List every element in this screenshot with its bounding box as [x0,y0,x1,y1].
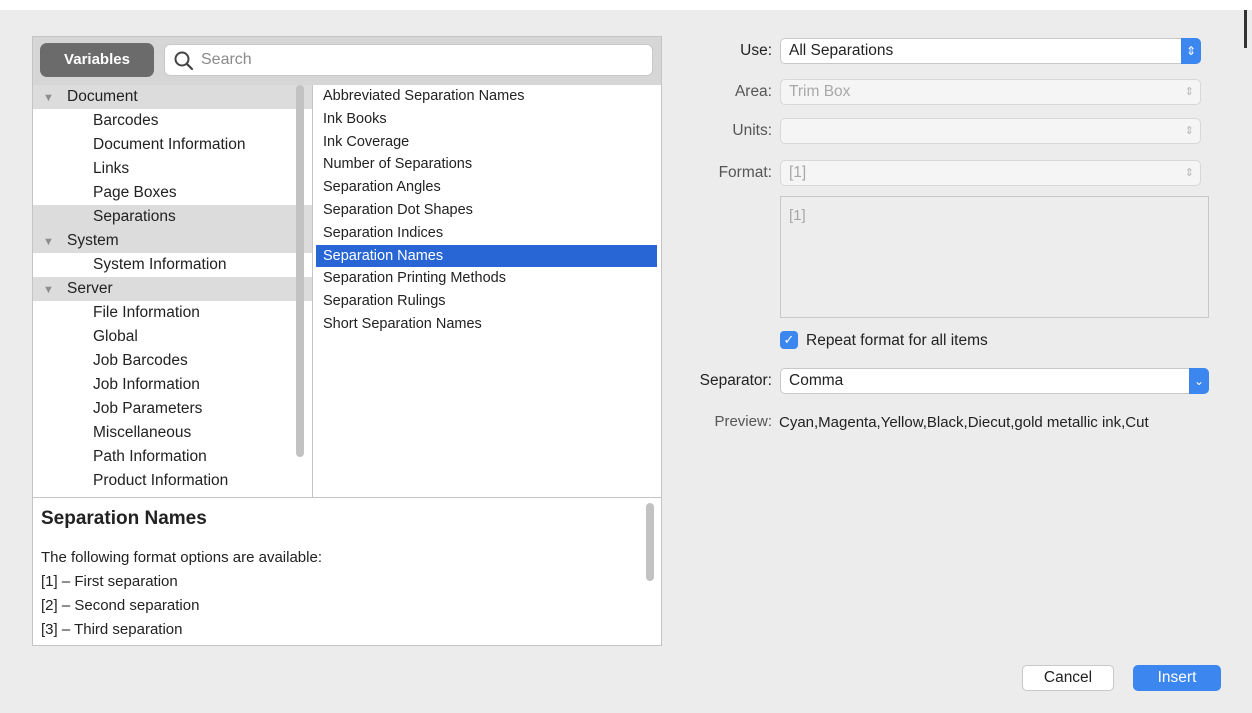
updown-chevron-icon: ⇕ [1181,38,1201,64]
variable-item[interactable]: Number of Separations [316,153,657,176]
variable-item[interactable]: Separation Printing Methods [316,267,657,290]
tree-item-label: Job Parameters [93,400,203,417]
preview-label: Preview: [714,413,772,430]
format-label: Format: [718,164,772,181]
tree-item[interactable]: Document Information [33,133,312,157]
tree-item[interactable]: Path Information [33,445,312,469]
tree-item-label: Miscellaneous [93,424,192,441]
tree-item-label: File Information [93,304,200,321]
tree-item-label: Path Information [93,448,207,465]
area-select[interactable]: Trim Box ⇕ [780,79,1201,105]
tree-item[interactable]: Product Information [33,469,312,493]
tree-item[interactable]: Separations [33,205,312,229]
tree-item[interactable]: System Information [33,253,312,277]
variable-item[interactable]: Abbreviated Separation Names [316,85,657,108]
search-input[interactable] [201,48,641,72]
help-pane: Separation Names The following format op… [33,498,661,645]
tree-item[interactable]: Miscellaneous [33,421,312,445]
panel-toolbar: Variables [33,37,661,85]
variable-item[interactable]: Ink Coverage [316,131,657,154]
disclosure-triangle-icon[interactable]: ▼ [43,278,67,302]
separator-label: Separator: [699,372,772,389]
help-option: [1] – First separation [41,573,178,590]
tree-category[interactable]: ▼ Document [33,85,312,109]
tree-item[interactable]: Job Barcodes [33,349,312,373]
variable-item[interactable]: Separation Indices [316,222,657,245]
area-value: Trim Box [789,83,851,100]
tree-item-label: Barcodes [93,112,159,129]
search-icon [174,51,194,71]
help-option: [2] – Second separation [41,597,200,614]
area-label: Area: [734,83,772,100]
tree-item-label: System [67,232,119,249]
tree-item[interactable]: Job Information [33,373,312,397]
tree-item[interactable]: Barcodes [33,109,312,133]
variable-list: Abbreviated Separation Names Ink Books Ink… [316,85,657,497]
help-title: Separation Names [41,508,207,529]
panel-divider [312,85,313,497]
tree-item[interactable]: Links [33,157,312,181]
variables-panel: Variables ▼DocumentBarcodesDocument Info… [32,36,662,646]
tree-item-label: Page Boxes [93,184,177,201]
units-select[interactable]: ⇕ [780,118,1201,144]
units-label: Units: [732,122,772,139]
tree-item-label: Job Information [93,376,200,393]
format-value: [1] [789,164,807,181]
help-scrollbar[interactable] [646,503,654,581]
tree-item-label: Document Information [93,136,246,153]
variable-item[interactable]: Short Separation Names [316,313,657,336]
help-option: [3] – Third separation [41,621,183,638]
updown-chevron-icon: ⇕ [1184,125,1194,137]
window-right-edge [1244,10,1247,48]
variable-item[interactable]: Separation Dot Shapes [316,199,657,222]
tree-item-label: Links [93,160,130,177]
use-value: All Separations [789,42,894,59]
search-field[interactable] [164,44,653,76]
tree-category[interactable]: ▼ Server [33,277,312,301]
tree-category[interactable]: ▼ System [33,229,312,253]
disclosure-triangle-icon[interactable]: ▼ [43,230,67,254]
tree-item-label: System Information [93,256,227,273]
insert-button[interactable]: Insert [1133,665,1221,691]
variable-item[interactable]: Separation Rulings [316,290,657,313]
format-text-area[interactable]: [1] [780,196,1209,318]
variable-item[interactable]: Separation Names [316,244,657,268]
separator-value: Comma [789,372,844,389]
updown-chevron-icon: ⇕ [1184,86,1194,98]
tree-item[interactable]: File Information [33,301,312,325]
variable-item[interactable]: Separation Angles [316,176,657,199]
tree-item[interactable]: Global [33,325,312,349]
category-tree: ▼ Document Barcodes Document Information Lin… [33,85,312,497]
tree-item-label: Product Information [93,472,229,489]
tree-item-label: Job Barcodes [93,352,188,369]
tree-item[interactable]: Page Boxes [33,181,312,205]
variable-item[interactable]: Ink Books [316,108,657,131]
help-intro: The following format options are availab… [41,549,322,566]
window-top-edge [0,0,1252,10]
variables-button[interactable]: Variables [40,43,154,77]
format-select[interactable]: [1] ⇕ [780,160,1201,186]
use-label: Use: [740,42,772,59]
tree-item-label: Global [93,328,138,345]
repeat-format-checkbox[interactable]: ✓ [780,331,798,349]
tree-item-label: Server [67,280,113,297]
disclosure-triangle-icon[interactable]: ▼ [43,86,67,110]
updown-chevron-icon: ⇕ [1184,167,1194,179]
repeat-format-label: Repeat format for all items [806,332,988,349]
use-select[interactable]: All Separations ⇕ [780,38,1201,64]
preview-value: Cyan,Magenta,Yellow,Black,Diecut,gold me… [779,414,1149,431]
tree-scrollbar[interactable] [296,85,304,457]
cancel-button[interactable]: Cancel [1022,665,1114,691]
tree-item[interactable]: Job Parameters [33,397,312,421]
tree-item-label: Separations [93,208,176,225]
chevron-down-icon: ⌄ [1189,368,1209,394]
separator-select[interactable]: Comma ⌄ [780,368,1209,394]
tree-item-label: Document [67,88,138,105]
